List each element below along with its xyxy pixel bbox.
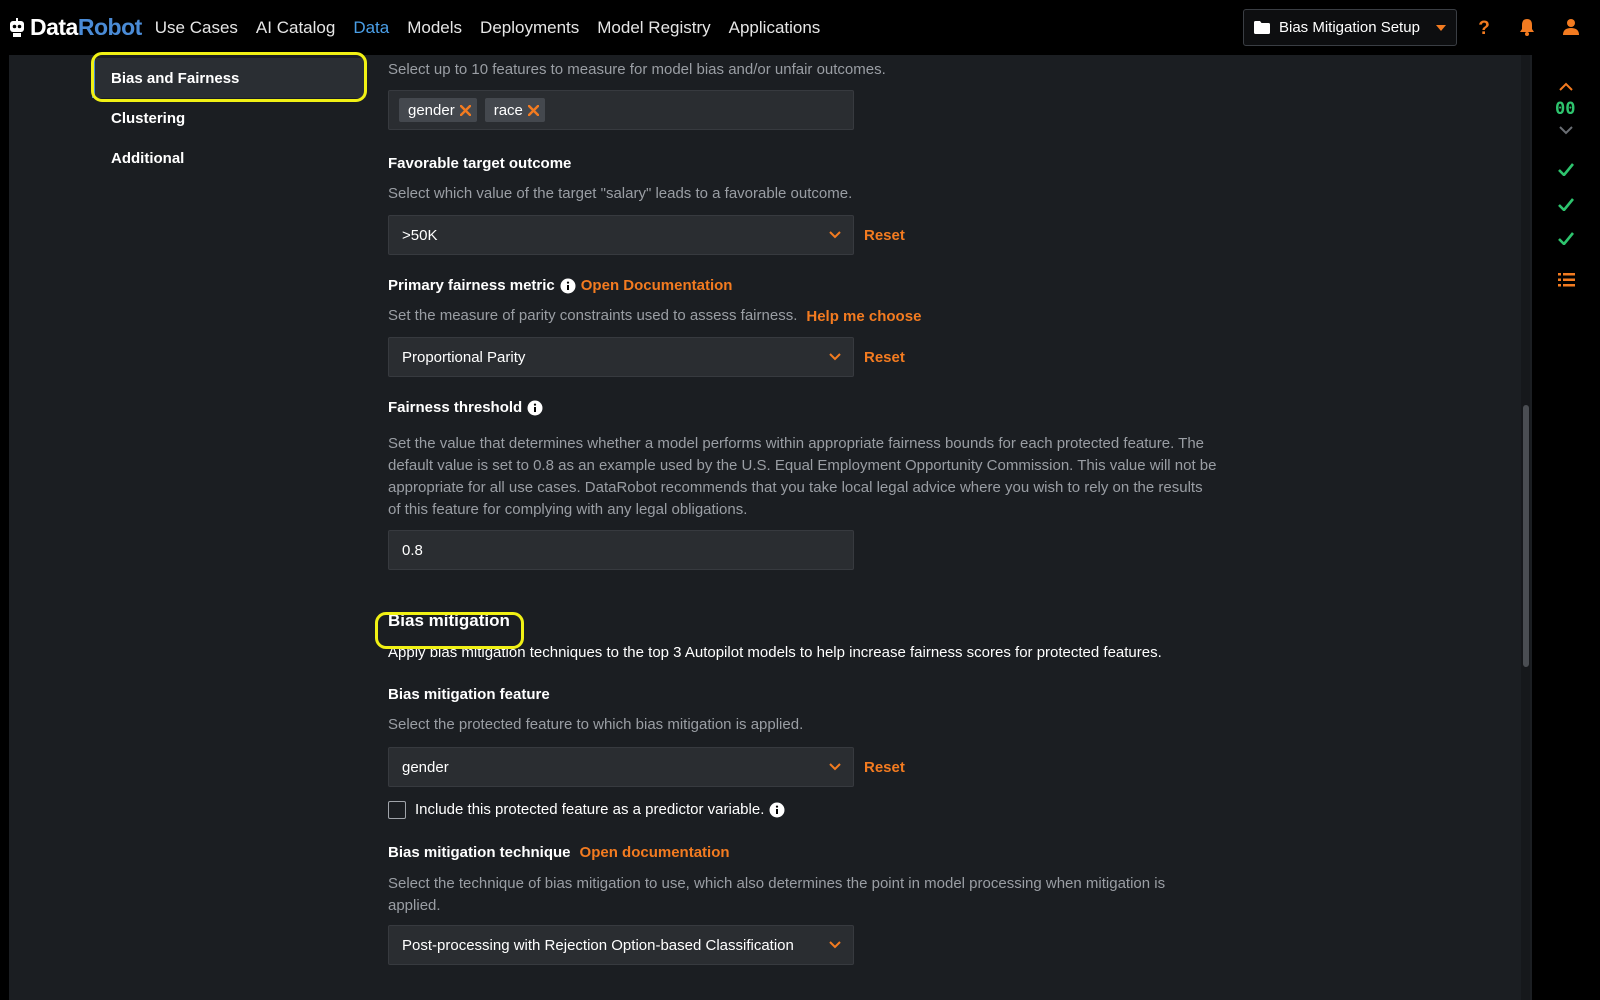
nav-deployments[interactable]: Deployments bbox=[480, 18, 579, 38]
help-icon[interactable]: ? bbox=[1474, 17, 1494, 37]
reset-button[interactable]: Reset bbox=[864, 349, 905, 366]
select-value: Post-processing with Rejection Option-ba… bbox=[402, 936, 794, 954]
select-value: >50K bbox=[402, 226, 438, 244]
bias-mitigation-technique-label: Bias mitigation technique bbox=[388, 844, 571, 861]
scrollbar-thumb[interactable] bbox=[1523, 405, 1529, 667]
folder-icon bbox=[1254, 21, 1270, 34]
chip-label: gender bbox=[408, 101, 455, 119]
logo-text-robot: Robot bbox=[77, 14, 142, 40]
nav-data[interactable]: Data bbox=[353, 18, 389, 38]
check-icon bbox=[1558, 163, 1574, 176]
nav-applications[interactable]: Applications bbox=[729, 18, 821, 38]
select-value: gender bbox=[402, 758, 449, 776]
select-value: Proportional Parity bbox=[402, 348, 526, 366]
input-value: 0.8 bbox=[402, 541, 423, 559]
include-predictor-checkbox[interactable] bbox=[388, 801, 406, 819]
project-name: Bias Mitigation Setup bbox=[1279, 19, 1420, 36]
datarobot-logo[interactable]: DataRobot bbox=[8, 0, 142, 55]
left-edge bbox=[0, 55, 9, 1000]
nav-models[interactable]: Models bbox=[407, 18, 462, 38]
favorable-outcome-helper: Select which value of the target "salary… bbox=[388, 185, 853, 202]
fairness-threshold-helper: Set the value that determines whether a … bbox=[388, 435, 1217, 518]
fairness-metric-label: Primary fairness metric bbox=[388, 277, 576, 294]
chevron-down-icon bbox=[829, 231, 841, 239]
favorable-outcome-select[interactable]: >50K bbox=[388, 215, 854, 255]
robot-icon bbox=[10, 17, 24, 37]
info-icon[interactable] bbox=[769, 802, 785, 818]
check-icon bbox=[1558, 198, 1574, 211]
top-navigation-bar: DataRobot Use Cases AI Catalog Data Mode… bbox=[0, 0, 1600, 55]
chip-label: race bbox=[493, 101, 523, 119]
bell-icon[interactable] bbox=[1517, 17, 1537, 37]
caret-down-icon bbox=[1436, 24, 1446, 31]
bias-mitigation-technique-helper: Select the technique of bias mitigation … bbox=[388, 875, 1166, 914]
chevron-down-icon bbox=[829, 941, 841, 949]
info-icon[interactable] bbox=[527, 400, 543, 416]
menu-item-additional[interactable]: Additional bbox=[92, 138, 366, 178]
bias-mitigation-technique-select[interactable]: Post-processing with Rejection Option-ba… bbox=[388, 925, 854, 965]
rail-counter: 00 bbox=[1555, 99, 1576, 119]
remove-icon[interactable] bbox=[527, 104, 539, 116]
bias-mitigation-feature-label: Bias mitigation feature bbox=[388, 686, 550, 703]
nav-use-cases[interactable]: Use Cases bbox=[155, 18, 238, 38]
protected-features-input[interactable]: gender race bbox=[388, 90, 854, 130]
bias-mitigation-feature-select[interactable]: gender bbox=[388, 747, 854, 787]
main-nav: Use Cases AI Catalog Data Models Deploym… bbox=[155, 18, 839, 38]
user-icon[interactable] bbox=[1561, 17, 1581, 37]
nav-model-registry[interactable]: Model Registry bbox=[597, 18, 710, 38]
fairness-metric-label-text: Primary fairness metric bbox=[388, 277, 555, 294]
fairness-threshold-input[interactable]: 0.8 bbox=[388, 530, 854, 570]
fairness-threshold-label-text: Fairness threshold bbox=[388, 399, 523, 416]
reset-button[interactable]: Reset bbox=[864, 227, 905, 244]
fairness-threshold-label: Fairness threshold bbox=[388, 399, 543, 416]
protected-features-helper: Select up to 10 features to measure for … bbox=[388, 61, 886, 78]
right-rail bbox=[1532, 55, 1600, 1000]
highlight-box bbox=[91, 52, 367, 102]
reset-button[interactable]: Reset bbox=[864, 759, 905, 776]
check-icon bbox=[1558, 232, 1574, 245]
include-predictor-label: Include this protected feature as a pred… bbox=[415, 801, 765, 818]
menu-item-label: Additional bbox=[111, 149, 185, 167]
help-me-choose-link[interactable]: Help me choose bbox=[806, 308, 921, 325]
bias-mitigation-feature-helper: Select the protected feature to which bi… bbox=[388, 716, 804, 733]
chevron-up-icon[interactable] bbox=[1559, 82, 1573, 91]
logo-text-data: Data bbox=[30, 14, 78, 40]
info-icon[interactable] bbox=[560, 278, 576, 294]
list-icon[interactable] bbox=[1558, 273, 1575, 287]
menu-item-clustering[interactable]: Clustering bbox=[92, 98, 366, 138]
highlight-box bbox=[375, 612, 524, 649]
remove-icon[interactable] bbox=[459, 104, 471, 116]
fairness-metric-select[interactable]: Proportional Parity bbox=[388, 337, 854, 377]
chevron-down-icon bbox=[829, 353, 841, 361]
open-documentation-link[interactable]: Open documentation bbox=[580, 844, 730, 861]
chevron-down-icon bbox=[829, 763, 841, 771]
chip-race[interactable]: race bbox=[484, 98, 545, 122]
chip-gender[interactable]: gender bbox=[399, 98, 477, 122]
svg-text:?: ? bbox=[1478, 18, 1490, 37]
favorable-outcome-label: Favorable target outcome bbox=[388, 155, 572, 172]
open-documentation-link[interactable]: Open Documentation bbox=[581, 277, 733, 294]
fairness-metric-helper: Set the measure of parity constraints us… bbox=[388, 307, 798, 324]
menu-item-label: Clustering bbox=[111, 109, 186, 127]
project-selector[interactable]: Bias Mitigation Setup bbox=[1243, 9, 1457, 46]
nav-ai-catalog[interactable]: AI Catalog bbox=[256, 18, 335, 38]
chevron-down-icon[interactable] bbox=[1559, 126, 1573, 135]
